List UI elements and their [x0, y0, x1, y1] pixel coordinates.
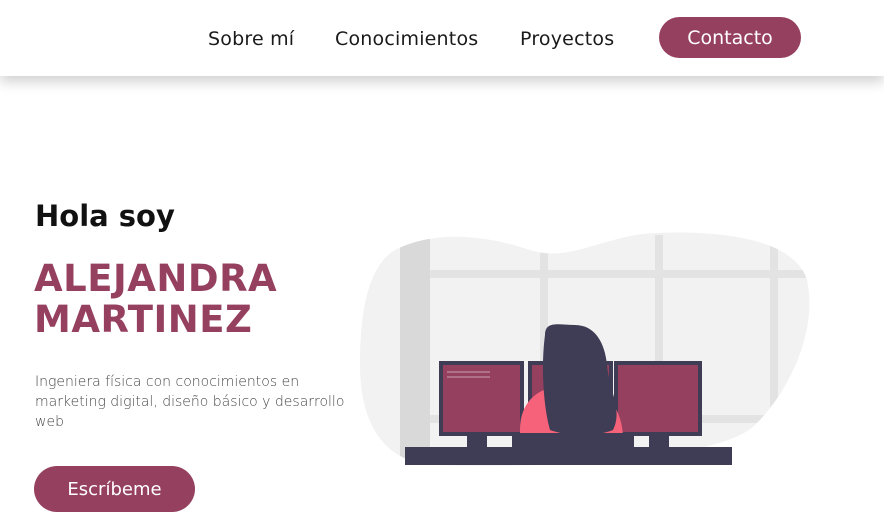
- hero-description: Ingeniera física con conocimientos en ma…: [35, 374, 345, 430]
- nav-link-sobre-mi[interactable]: Sobre mí: [208, 28, 294, 50]
- name-line-first: ALEJANDRA: [34, 257, 278, 300]
- write-me-button[interactable]: Escríbeme: [34, 466, 195, 512]
- monitor-left: [439, 361, 524, 447]
- navbar: Sobre mí Conocimientos Proyectos Contact…: [0, 0, 884, 76]
- name-heading: ALEJANDRA MARTINEZ: [34, 258, 334, 340]
- contact-button[interactable]: Contacto: [659, 17, 801, 58]
- name-line-last: MARTINEZ: [34, 298, 253, 341]
- nav-link-proyectos[interactable]: Proyectos: [520, 28, 614, 50]
- woman-at-computer-illustration: [360, 232, 810, 466]
- greeting-heading: Hola soy: [35, 199, 175, 233]
- nav-link-conocimientos[interactable]: Conocimientos: [335, 28, 478, 50]
